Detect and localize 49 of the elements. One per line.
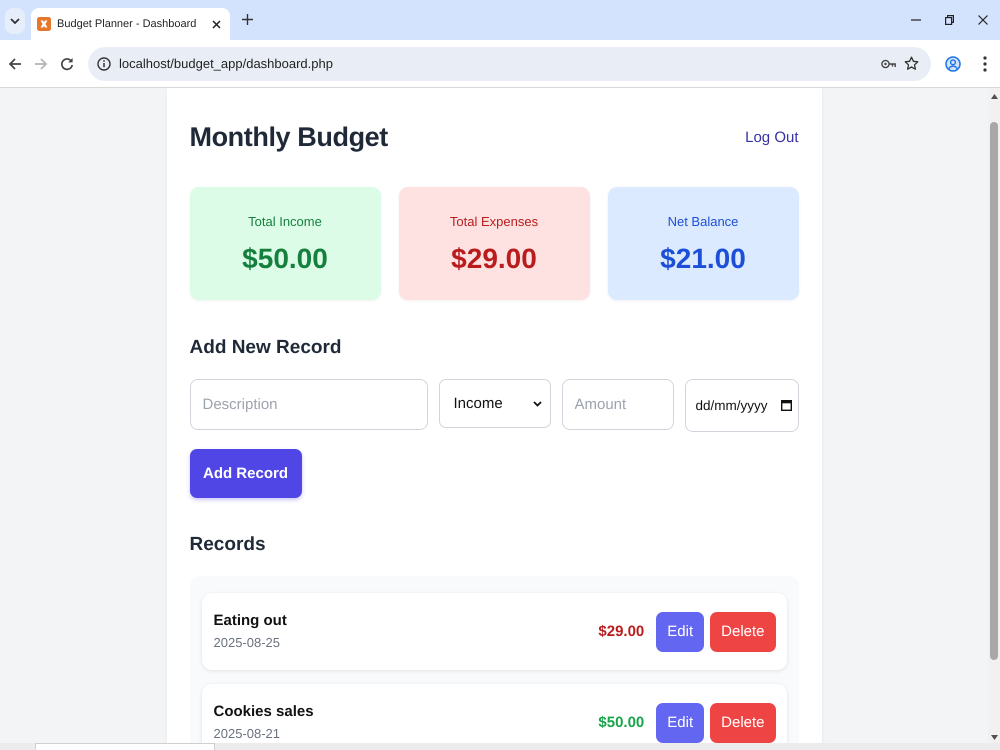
edit-button[interactable]: Edit: [656, 612, 704, 652]
tab-search-button[interactable]: [5, 8, 25, 34]
record-date: 2025-08-21: [214, 724, 281, 742]
amount-field[interactable]: Amount: [562, 379, 674, 430]
summary-label: Net Balance: [668, 213, 738, 231]
right-arrow-icon: [34, 56, 48, 70]
scrollbar-thumb[interactable]: [990, 122, 998, 660]
record-amount: $50.00: [598, 714, 644, 731]
chevron-down-icon: [10, 18, 20, 24]
close-icon[interactable]: [978, 15, 988, 25]
logout-link[interactable]: Log Out: [745, 128, 798, 146]
down-triangle-icon[interactable]: [990, 735, 998, 740]
add-record-button[interactable]: Add Record: [190, 449, 302, 498]
calendar-icon[interactable]: [780, 399, 792, 411]
left-arrow-icon: [8, 56, 22, 70]
summary-amount: $29.00: [451, 242, 537, 276]
browser-tab[interactable]: Budget Planner - Dashboard: [31, 8, 230, 40]
plus-icon[interactable]: [242, 14, 254, 25]
delete-button[interactable]: Delete: [710, 612, 776, 652]
profile-icon[interactable]: [945, 56, 961, 72]
address-bar[interactable]: localhost/budget_app/dashboard.php: [88, 46, 931, 80]
reload-icon: [60, 56, 74, 70]
restore-icon[interactable]: [945, 15, 954, 25]
star-icon[interactable]: [904, 56, 919, 71]
menu-icon[interactable]: [983, 56, 987, 72]
summary-label: Total Income: [248, 213, 322, 231]
date-field[interactable]: dd/mm/yyyy: [684, 379, 798, 432]
description-field[interactable]: Description: [190, 379, 428, 430]
info-icon[interactable]: [97, 56, 111, 70]
record-amount: $29.00: [598, 623, 644, 640]
section-heading: Records: [190, 533, 267, 557]
page-title: Monthly Budget: [190, 121, 388, 154]
edit-button[interactable]: Edit: [656, 702, 704, 742]
section-heading: Add New Record: [190, 336, 343, 360]
record-date: 2025-08-25: [214, 634, 281, 652]
chevron-down-icon: [532, 400, 542, 406]
up-triangle-icon[interactable]: [990, 94, 998, 99]
record-description: Cookies sales: [214, 702, 314, 720]
close-icon[interactable]: [212, 20, 222, 28]
summary-amount: $21.00: [660, 242, 746, 276]
summary-amount: $50.00: [242, 242, 328, 276]
vertical-scrollbar[interactable]: [988, 88, 1000, 743]
summary-label: Total Expenses: [450, 213, 538, 231]
site-icon: [37, 17, 51, 31]
delete-button[interactable]: Delete: [710, 702, 776, 742]
type-select[interactable]: Income: [438, 379, 550, 428]
minimize-icon[interactable]: [911, 19, 921, 21]
key-icon[interactable]: [881, 58, 896, 68]
record-description: Eating out: [214, 612, 287, 630]
